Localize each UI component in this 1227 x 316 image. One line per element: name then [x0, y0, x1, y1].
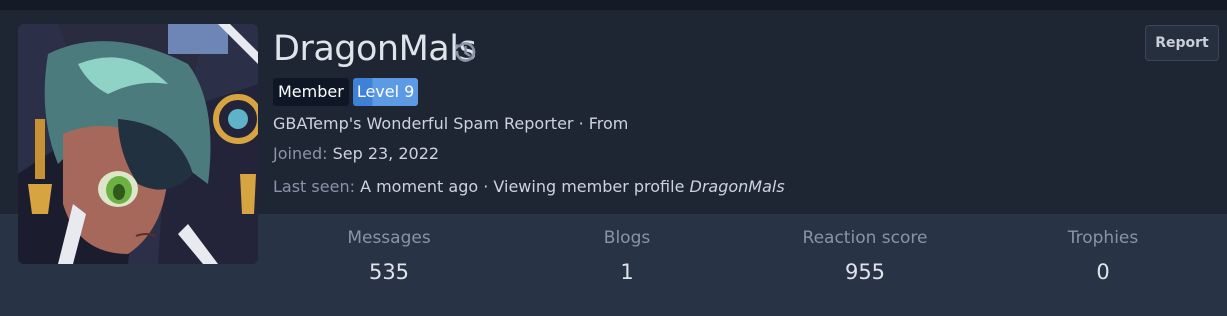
stat-label: Messages	[347, 228, 431, 248]
last-seen-label: Last seen:	[273, 177, 355, 196]
user-title: GBATemp's Wonderful Spam Reporter · From	[273, 114, 628, 133]
joined-date: Sep 23, 2022	[332, 144, 440, 163]
level-badge: Level 9	[352, 78, 419, 106]
stat-messages[interactable]: Messages 535	[269, 225, 509, 287]
stat-value: 1	[620, 260, 634, 284]
stat-label: Reaction score	[802, 228, 928, 248]
stat-label: Blogs	[603, 228, 651, 248]
user-title-text: GBATemp's Wonderful Spam Reporter · From	[273, 114, 629, 133]
username: DragonMals	[273, 29, 477, 69]
top-bar	[0, 0, 1227, 10]
joined-label: Joined:	[273, 144, 328, 163]
last-seen-line: Last seen: A moment ago · Viewing member…	[273, 177, 785, 196]
report-button[interactable]: Report	[1145, 25, 1219, 61]
last-seen-target-link[interactable]: DragonMals	[690, 177, 785, 196]
member-badge: Member	[273, 78, 349, 106]
stat-value: 955	[844, 260, 886, 284]
stat-value: 0	[1096, 260, 1110, 284]
last-seen-value: A moment ago · Viewing member profile	[360, 177, 685, 196]
avatar-image	[18, 24, 258, 264]
history-icon[interactable]	[452, 39, 478, 65]
avatar[interactable]	[18, 24, 258, 264]
user-badges: Member Level 9	[273, 78, 419, 106]
stat-value: 535	[368, 260, 410, 284]
stat-label: Trophies	[1067, 228, 1139, 248]
stat-blogs[interactable]: Blogs 1	[507, 225, 747, 287]
stat-reaction-score[interactable]: Reaction score 955	[745, 225, 985, 287]
joined-line: Joined: Sep 23, 2022	[273, 144, 439, 163]
stat-trophies[interactable]: Trophies 0	[983, 225, 1223, 287]
